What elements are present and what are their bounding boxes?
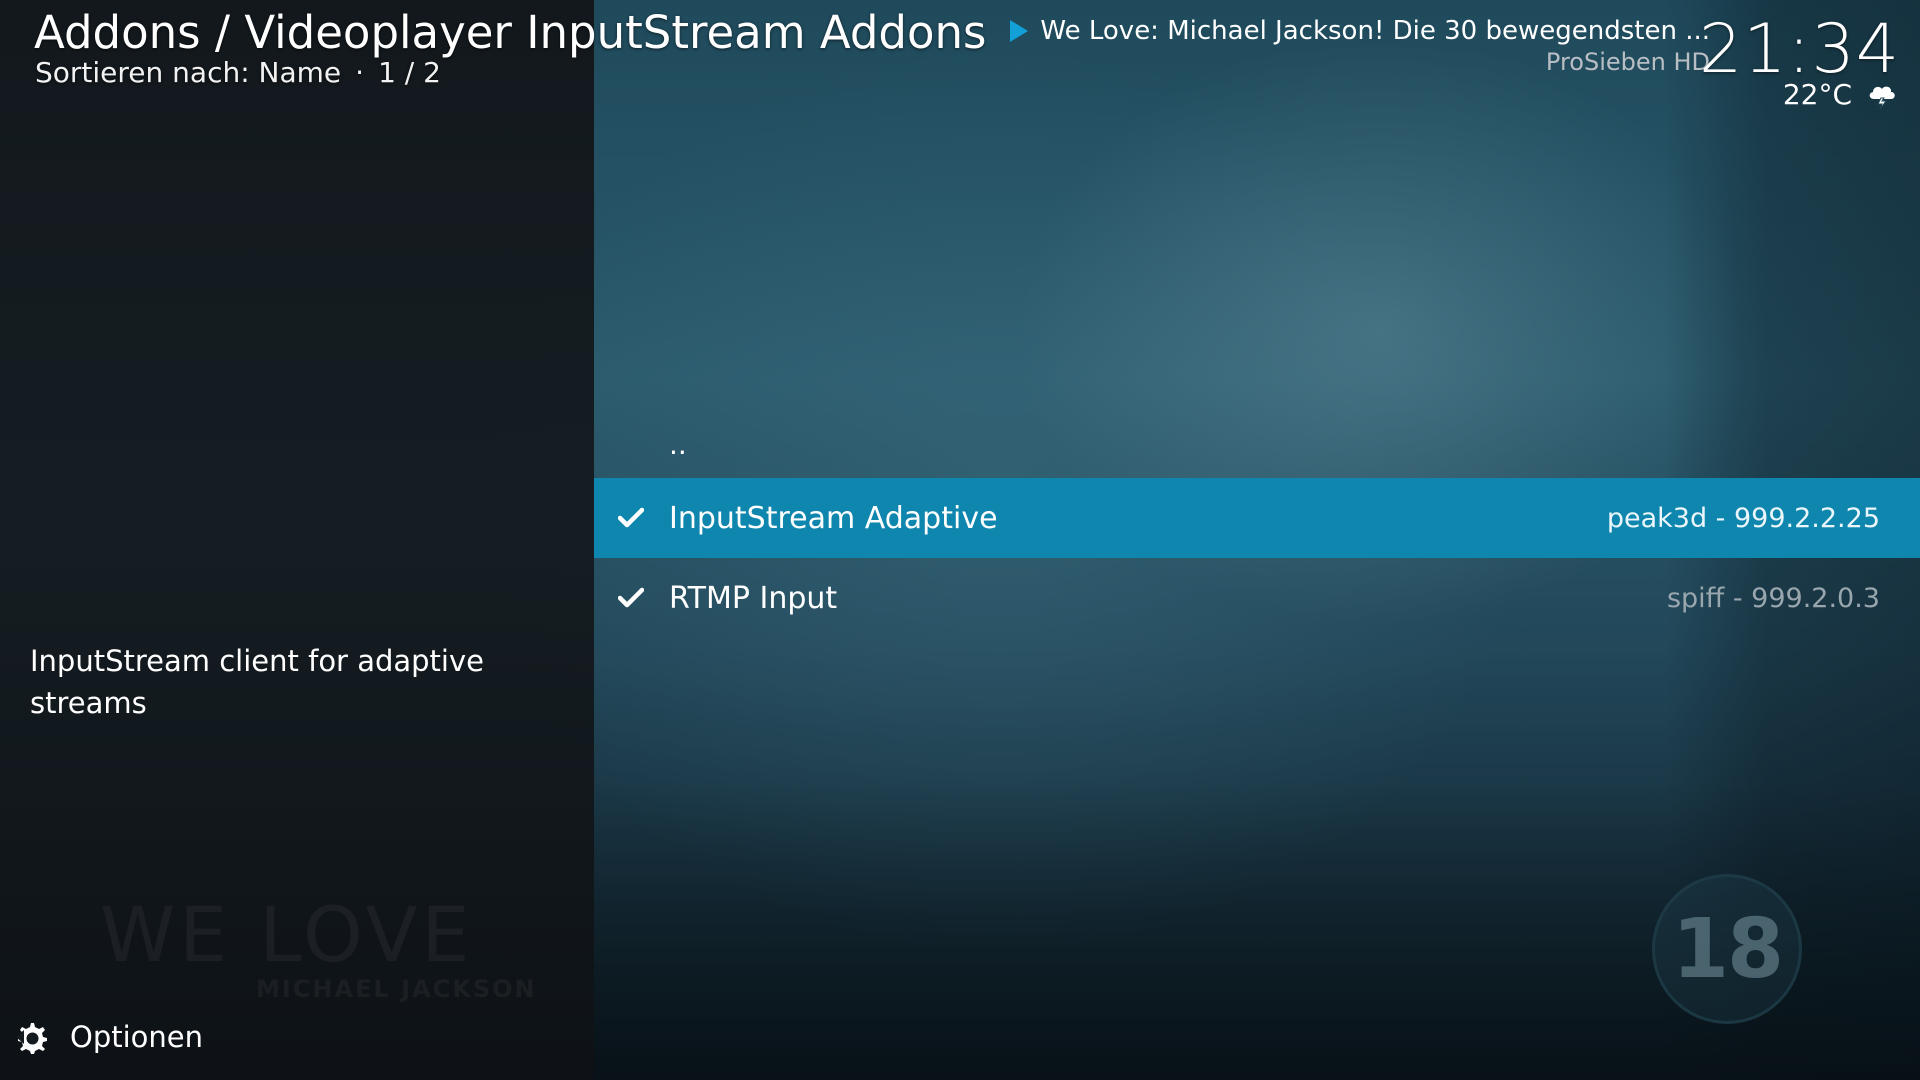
- weather: 22°C: [1783, 78, 1898, 111]
- info-panel: WE LOVE MICHAEL JACKSON: [0, 0, 594, 1080]
- list-item-label: InputStream Adaptive: [669, 500, 998, 536]
- list-item-author-version: peak3d - 999.2.2.25: [1606, 502, 1880, 534]
- parent-folder-label: ..: [669, 428, 687, 461]
- now-playing-channel: ProSieben HD: [1545, 48, 1710, 76]
- page-title: Addons / Videoplayer InputStream Addons: [34, 6, 987, 59]
- weather-temperature: 22°C: [1782, 78, 1852, 111]
- options-button[interactable]: Optionen: [14, 1020, 203, 1054]
- sort-info: Sortieren nach: Name · 1 / 2: [35, 56, 441, 89]
- play-icon: [1010, 20, 1029, 42]
- separator-dot: ·: [355, 56, 365, 89]
- parent-folder-item[interactable]: ..: [594, 414, 1920, 478]
- now-playing-title-row: We Love: Michael Jackson! Die 30 bewegen…: [1010, 16, 1710, 46]
- now-playing[interactable]: We Love: Michael Jackson! Die 30 bewegen…: [1010, 16, 1710, 76]
- check-icon: [618, 587, 644, 608]
- background-logo-subtext: MICHAEL JACKSON: [256, 975, 537, 1003]
- age-rating-watermark: 18: [1652, 874, 1802, 1024]
- background-logo-watermark: WE LOVE: [100, 890, 474, 979]
- now-playing-title: We Love: Michael Jackson! Die 30 bewegen…: [1040, 16, 1710, 46]
- sort-label: Sortieren nach: Name: [35, 56, 342, 89]
- options-label: Optionen: [70, 1020, 204, 1054]
- weather-cloud-lightning-icon: [1869, 86, 1895, 109]
- kodi-addon-browser: 18 WE LOVE MICHAEL JACKSON Addons / Vide…: [0, 0, 1920, 1080]
- gear-icon: [16, 1023, 47, 1054]
- page-indicator: 1 / 2: [378, 56, 441, 89]
- addon-description: InputStream client for adaptive streams: [30, 644, 484, 720]
- list-item-author-version: spiff - 999.2.0.3: [1666, 582, 1880, 614]
- list-item-label: RTMP Input: [669, 580, 838, 616]
- check-icon: [618, 507, 644, 528]
- addon-list: .. InputStream Adaptive peak3d - 999.2.2…: [594, 414, 1920, 638]
- list-item-inputstream-adaptive[interactable]: InputStream Adaptive peak3d - 999.2.2.25: [594, 478, 1920, 558]
- list-item-rtmp-input[interactable]: RTMP Input spiff - 999.2.0.3: [594, 558, 1920, 638]
